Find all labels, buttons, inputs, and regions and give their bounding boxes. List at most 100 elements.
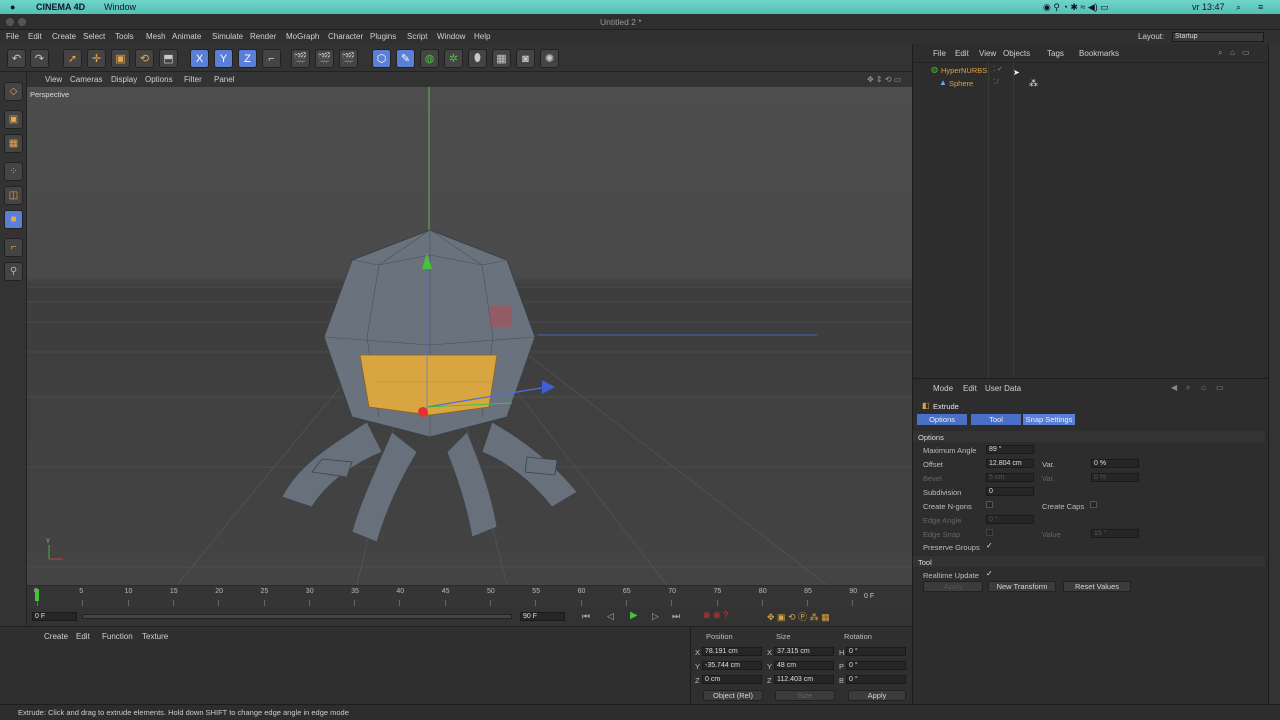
menu-tools[interactable]: Tools <box>115 32 134 41</box>
new-transform-button[interactable]: New Transform <box>988 581 1056 592</box>
key-mode-icons[interactable]: ✥ ▣ ⟲ Ⓟ ⁂ ▦ <box>767 610 830 623</box>
make-editable-icon[interactable]: ◇ <box>4 82 23 101</box>
object-menu-view[interactable]: View <box>979 49 996 58</box>
record-icons[interactable]: ⊗ ⊗ ? <box>703 610 728 621</box>
lock-icon[interactable]: ⌂ <box>1201 383 1206 392</box>
search-icon[interactable]: ⌕ <box>1218 48 1222 58</box>
new-window-icon[interactable]: ▭ <box>1242 48 1250 57</box>
search-icon[interactable]: ⌕ <box>1186 383 1190 393</box>
playhead[interactable] <box>35 589 39 601</box>
menu-character[interactable]: Character <box>328 32 363 41</box>
start-frame-field[interactable]: 0 F <box>32 612 77 621</box>
right-panel-tabs[interactable] <box>1268 44 1280 704</box>
size-z-field[interactable]: 112.403 cm <box>774 675 834 684</box>
material-menu-create[interactable]: Create <box>44 632 68 641</box>
object-menu-edit[interactable]: Edit <box>955 49 969 58</box>
subdivision-field[interactable]: 0 <box>986 487 1034 496</box>
bevel-field[interactable]: 5 cm <box>986 473 1034 482</box>
menu-script[interactable]: Script <box>407 32 427 41</box>
offset-field[interactable]: 12.804 cm <box>986 459 1034 468</box>
menu-plugins[interactable]: Plugins <box>370 32 396 41</box>
menu-help[interactable]: Help <box>474 32 490 41</box>
x-axis-icon[interactable]: X <box>190 49 209 68</box>
position-y-field[interactable]: -35.744 cm <box>702 661 762 670</box>
timeline-ruler[interactable]: 051015202530354045505560657075808590 0 F <box>27 586 912 608</box>
prev-frame-icon[interactable]: ◁ <box>607 611 614 622</box>
coordinate-system-icon[interactable]: ⌐ <box>262 49 281 68</box>
material-menu-texture[interactable]: Texture <box>142 632 168 641</box>
subdivision-icon[interactable]: ◍ <box>420 49 439 68</box>
spotlight-icon[interactable]: ⌕ <box>1236 2 1241 13</box>
camera-icon[interactable]: ◙ <box>516 49 535 68</box>
material-menu-function[interactable]: Function <box>102 632 133 641</box>
edge-snap-checkbox[interactable] <box>986 529 993 536</box>
menu-simulate[interactable]: Simulate <box>212 32 243 41</box>
perspective-viewport[interactable]: Perspective Y <box>27 87 912 585</box>
points-mode-icon[interactable]: ⁘ <box>4 162 23 181</box>
select-icon[interactable]: ➚ <box>63 49 82 68</box>
preview-range-slider[interactable] <box>82 614 512 619</box>
cube-icon[interactable]: ⬡ <box>372 49 391 68</box>
edge-angle-field[interactable]: 0 ° <box>986 515 1034 524</box>
apply-button[interactable]: Apply <box>923 581 983 592</box>
menu-window[interactable]: Window <box>437 32 465 41</box>
rotate-icon[interactable]: ⟲ <box>135 49 154 68</box>
value-field[interactable]: 15 ° <box>1091 529 1139 538</box>
rotation-b-field[interactable]: 0 ° <box>846 675 906 684</box>
object-name[interactable]: HyperNURBS <box>941 66 987 75</box>
play-icon[interactable]: ▶ <box>630 610 638 621</box>
apple-icon[interactable]: ● <box>10 2 15 12</box>
object-name[interactable]: Sphere <box>949 79 973 88</box>
viewport-menu-filter[interactable]: Filter <box>184 75 202 84</box>
model-mode-icon[interactable]: ▣ <box>4 110 23 129</box>
create-caps-checkbox[interactable] <box>1090 501 1097 508</box>
redo-icon[interactable]: ↷ <box>30 49 49 68</box>
render-settings-icon[interactable]: 🎬 <box>339 49 358 68</box>
size-mode-select[interactable]: Size <box>775 690 835 701</box>
menu-create[interactable]: Create <box>52 32 76 41</box>
menu-render[interactable]: Render <box>250 32 276 41</box>
max-angle-field[interactable]: 89 ° <box>986 445 1034 454</box>
viewport-menu-view[interactable]: View <box>45 75 62 84</box>
viewport-menu-options[interactable]: Options <box>145 75 173 84</box>
preserve-groups-checkbox[interactable]: ✓ <box>986 541 993 550</box>
realtime-update-checkbox[interactable]: ✓ <box>986 569 993 578</box>
attr-menu-mode[interactable]: Mode <box>933 384 953 393</box>
spline-pen-icon[interactable]: ✎ <box>396 49 415 68</box>
enable-axis-icon[interactable]: ⌐ <box>4 238 23 257</box>
coord-mode-select[interactable]: Object (Rel) <box>703 690 763 701</box>
home-icon[interactable]: ⌂ <box>1230 48 1235 57</box>
tab-tool[interactable]: Tool <box>971 414 1021 425</box>
undo-icon[interactable]: ↶ <box>7 49 26 68</box>
create-ngons-checkbox[interactable] <box>986 501 993 508</box>
position-x-field[interactable]: 78.191 cm <box>702 647 762 656</box>
z-axis-icon[interactable]: Z <box>238 49 257 68</box>
notification-icon[interactable]: ≡ <box>1258 2 1263 12</box>
object-menu-bookmarks[interactable]: Bookmarks <box>1079 49 1119 58</box>
deformer-icon[interactable]: ⬮ <box>468 49 487 68</box>
y-axis-icon[interactable]: Y <box>214 49 233 68</box>
coord-apply-button[interactable]: Apply <box>848 690 906 701</box>
attr-menu-user-data[interactable]: User Data <box>985 384 1021 393</box>
menu-animate[interactable]: Animate <box>172 32 201 41</box>
window-menu[interactable]: Window <box>104 2 136 12</box>
menu-edit[interactable]: Edit <box>28 32 42 41</box>
texture-mode-icon[interactable]: ▦ <box>4 134 23 153</box>
rotation-p-field[interactable]: 0 ° <box>846 661 906 670</box>
menu-mograph[interactable]: MoGraph <box>286 32 319 41</box>
rotation-h-field[interactable]: 0 ° <box>846 647 906 656</box>
bevel-var-field[interactable]: 0 % <box>1091 473 1139 482</box>
phong-tag-icon[interactable]: ⁂ <box>1029 78 1038 89</box>
menu-mesh[interactable]: Mesh <box>146 32 166 41</box>
viewport-nav-icons[interactable]: ✥ ⇕ ⟲ ▭ <box>867 75 901 84</box>
viewport-menu-display[interactable]: Display <box>111 75 137 84</box>
tab-options[interactable]: Options <box>917 414 967 425</box>
reset-values-button[interactable]: Reset Values <box>1063 581 1131 592</box>
object-menu-objects[interactable]: Objects <box>1003 49 1030 58</box>
viewport-menu-panel[interactable]: Panel <box>214 75 234 84</box>
object-menu-file[interactable]: File <box>933 49 946 58</box>
material-menu-edit[interactable]: Edit <box>76 632 90 641</box>
render-picture-viewer-icon[interactable]: 🎬 <box>315 49 334 68</box>
goto-start-icon[interactable]: ⏮ <box>582 611 590 622</box>
layout-select[interactable]: Startup <box>1172 32 1264 42</box>
